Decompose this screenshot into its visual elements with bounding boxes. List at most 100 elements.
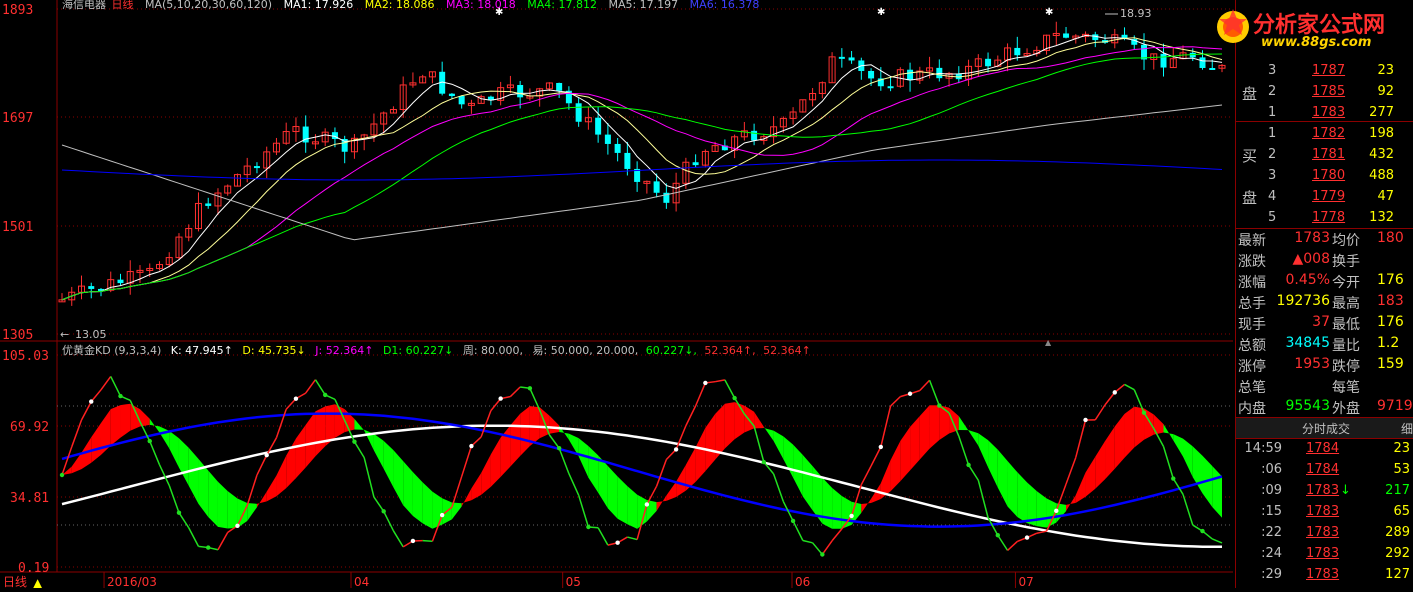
kd-k-line-segment (696, 383, 706, 406)
kd-ribbon-segment (803, 455, 813, 510)
stat-label: 量比 (1332, 335, 1360, 355)
indicator-week: 周: 80.000, (463, 344, 523, 357)
kd-ribbon-segment (1095, 441, 1105, 489)
kd-ribbon-segment (91, 423, 101, 463)
buy-level-row[interactable]: 21781432 (1236, 145, 1413, 166)
tab-time-trades[interactable]: 分时成交 (1302, 420, 1350, 437)
kd-ribbon-segment (1076, 472, 1086, 502)
kd-ribbon-segment (432, 492, 442, 529)
trade-time: :06 (1261, 462, 1282, 477)
kd-ribbon-segment (1125, 407, 1135, 458)
star-marker-icon: ✱ (495, 7, 503, 18)
kd-k-dot (879, 445, 883, 449)
kd-ribbon-segment (910, 416, 920, 470)
buy-level-row[interactable]: 31780488 (1236, 166, 1413, 187)
period-tab-label: 日线 (3, 575, 27, 588)
stat-value: 0.45% (1286, 272, 1330, 288)
kd-k-line-segment (1105, 392, 1115, 404)
indicator-j: J: 52.364↑ (314, 344, 373, 357)
kd-ribbon-segment (696, 428, 706, 482)
kd-ribbon-segment (891, 441, 901, 491)
kd-k-line-segment (657, 459, 667, 486)
kd-k-line-segment (569, 474, 579, 496)
buy-level-row[interactable]: 4177947 (1236, 187, 1413, 208)
kd-k-line-segment (1212, 539, 1222, 543)
kd-ribbon-segment (276, 456, 286, 497)
site-logo: 分析家公式网 www.88gs.com (1213, 2, 1408, 52)
month-label: 04 (354, 575, 369, 588)
stat-value: 34845 (1285, 335, 1330, 351)
candle-body-down (1092, 34, 1098, 40)
kd-k-line-segment (959, 436, 969, 465)
kd-k-dot (177, 511, 181, 515)
kd-ribbon-segment (247, 503, 257, 521)
kd-ribbon-segment (774, 431, 784, 459)
stat-value: 95543 (1285, 398, 1330, 414)
month-label: 2016/03 (107, 575, 157, 588)
kd-k-line-segment (871, 447, 881, 466)
kd-ribbon-segment (179, 438, 189, 485)
buy-level-row[interactable]: 51778132 (1236, 208, 1413, 229)
trade-price: 1784 (1306, 441, 1339, 456)
candle-body-down (1014, 48, 1020, 55)
kd-ribbon-segment (111, 405, 121, 446)
candle-body-down (88, 286, 94, 289)
kd-ribbon-segment (1164, 424, 1174, 440)
kd-k-line-segment (1037, 531, 1047, 533)
kd-ribbon-segment (491, 438, 501, 487)
buy-level-number: 5 (1268, 210, 1276, 225)
candle-body-down (868, 71, 874, 78)
candle-body-down (517, 85, 523, 97)
period-label: 日线 (112, 0, 134, 11)
kd-k-dot (1054, 509, 1058, 513)
buy-level-volume: 432 (1369, 147, 1394, 162)
kd-k-dot (1113, 390, 1117, 394)
sell-level-volume: 23 (1377, 63, 1394, 78)
quote-stat-row: 总额34845量比1.2 (1236, 334, 1413, 355)
kd-ribbon-segment (969, 430, 979, 445)
kd-ribbon-segment (413, 472, 423, 523)
kd-ribbon-segment (403, 461, 413, 516)
sell-level-row[interactable]: 3178723 (1236, 61, 1413, 82)
trade-row: :221783289 (1236, 523, 1413, 544)
kd-k-line-segment (179, 513, 189, 528)
stat-value: 1953 (1294, 356, 1330, 372)
candle-body-down (839, 57, 845, 59)
kd-k-dot (732, 396, 736, 400)
stat-label: 外盘 (1332, 398, 1360, 418)
kd-ribbon-segment (471, 473, 481, 500)
kd-ribbon-segment (754, 412, 764, 429)
kd-ribbon-segment (1008, 461, 1018, 517)
triangle-marker-icon: ▲ (1045, 338, 1052, 347)
kd-ribbon-segment (627, 486, 637, 529)
ma-line-3 (62, 47, 1222, 300)
kd-ribbon-segment (822, 478, 832, 529)
kd-k-line-segment (832, 529, 842, 541)
tab-detail[interactable]: 细 (1401, 420, 1413, 437)
kd-ribbon-segment (676, 465, 686, 497)
kd-ribbon-segment (520, 406, 530, 456)
stat-label: 最低 (1332, 314, 1360, 334)
kd-k-dot (557, 446, 561, 450)
candle-body-down (985, 59, 991, 66)
candlestick-chart[interactable]: 1893 1697 1501 1305 105.03 69.92 34.81 0… (0, 0, 1233, 588)
kd-k-line-segment (315, 380, 325, 395)
kd-k-line-segment (354, 442, 364, 458)
chart-area[interactable]: 1893 1697 1501 1305 105.03 69.92 34.81 0… (0, 0, 1233, 588)
kd-k-line-segment (257, 455, 267, 475)
stat-label: 最新 (1238, 230, 1266, 250)
kd-k-line-segment (159, 465, 169, 486)
trade-price: 1783 (1306, 525, 1339, 540)
sell-level-row[interactable]: 2178592 (1236, 82, 1413, 103)
stat-label: 涨停 (1238, 356, 1266, 376)
kd-ribbon-segment (169, 431, 179, 468)
kd-k-line-segment (822, 541, 832, 555)
buy-level-row[interactable]: 11782198 (1236, 124, 1413, 145)
kd-ribbon-segment (296, 425, 306, 478)
kd-ribbon-segment (384, 441, 394, 488)
kd-ribbon-segment (159, 426, 169, 448)
kd-ribbon-segment (501, 425, 511, 477)
kd-k-line-segment (725, 380, 735, 398)
kd-ribbon-segment (510, 414, 520, 467)
stat-label: 总手 (1238, 293, 1266, 313)
